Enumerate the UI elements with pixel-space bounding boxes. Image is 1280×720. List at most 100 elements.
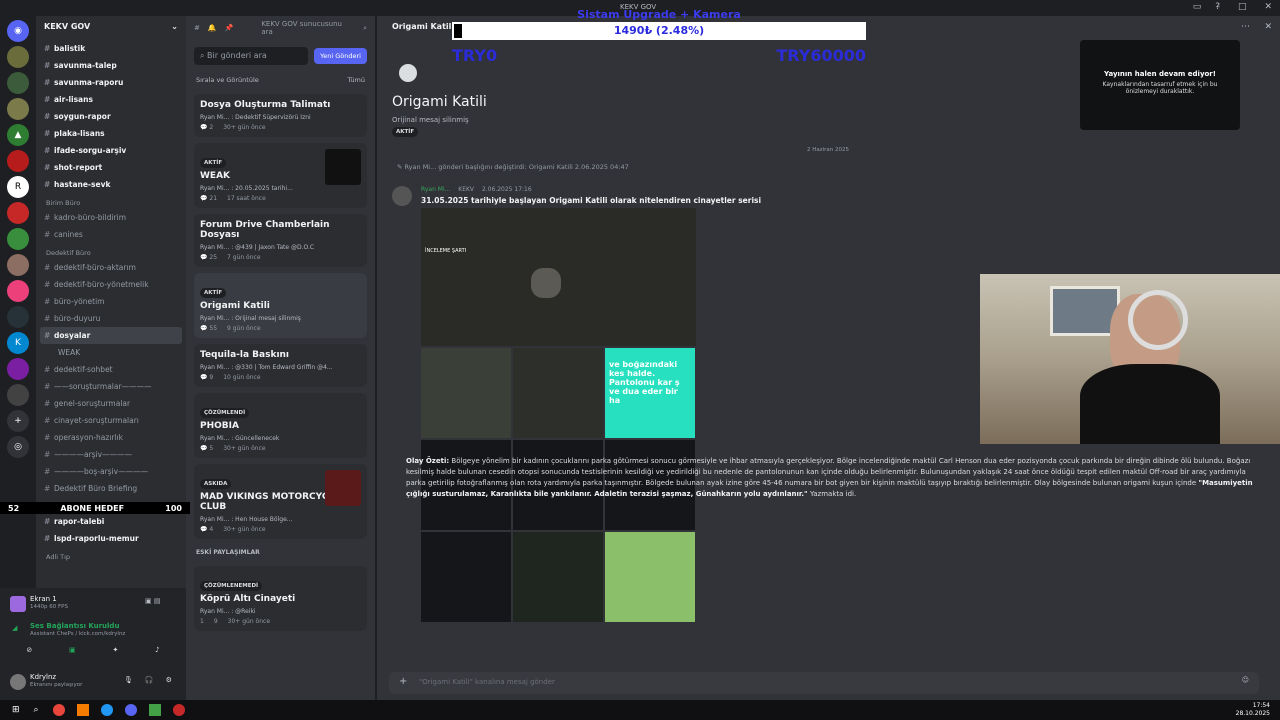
- channel-item[interactable]: # dedektif-büro-aktarım: [36, 259, 186, 276]
- message-composer[interactable]: + "Origami Katili" kanalına mesaj gönder…: [389, 672, 1259, 694]
- inbox-icon[interactable]: ▭: [1193, 2, 1202, 12]
- sort-button[interactable]: Sırala ve Görüntüle: [196, 76, 259, 84]
- close-thread-icon[interactable]: ✕: [1264, 22, 1272, 32]
- channel-item[interactable]: # büro-yönetim: [36, 293, 186, 310]
- server-icon[interactable]: [7, 228, 29, 250]
- channel-item[interactable]: # rapor-talebi: [36, 513, 186, 530]
- gear-icon[interactable]: ⚙: [166, 676, 172, 684]
- add-server-icon[interactable]: +: [7, 410, 29, 432]
- filter-all[interactable]: Tümü: [347, 76, 365, 84]
- app-icon[interactable]: [148, 704, 161, 716]
- camera-off-icon[interactable]: ⊘: [26, 646, 32, 662]
- start-icon[interactable]: ⊞: [12, 705, 20, 715]
- channel-item[interactable]: # ifade-sorgu-arşiv: [36, 142, 186, 159]
- gallery-image[interactable]: ve boğazındaki kes halde. Pantolonu kar …: [605, 348, 695, 438]
- server-icon[interactable]: [7, 306, 29, 328]
- pin-icon[interactable]: 📌: [225, 24, 234, 32]
- popout-icon[interactable]: ▣ ▤: [145, 597, 160, 605]
- gallery-image[interactable]: [421, 348, 511, 438]
- channel-item[interactable]: # hastane-sevk: [36, 176, 186, 193]
- category-header[interactable]: Birim Büro: [36, 193, 186, 209]
- chrome-icon[interactable]: [52, 704, 65, 716]
- category-header[interactable]: Dedektif Büro: [36, 243, 186, 259]
- channel-item[interactable]: # cinayet-soruşturmaları: [36, 412, 186, 429]
- thread-item-weak[interactable]: WEAK: [36, 344, 186, 361]
- server-header[interactable]: KEKV GOV ⌄: [36, 16, 186, 40]
- screen-share-button-icon[interactable]: ▣: [69, 646, 76, 662]
- more-icon[interactable]: ⋯: [1241, 22, 1250, 32]
- headphones-icon[interactable]: 🎧: [145, 676, 154, 684]
- channel-item[interactable]: # genel-soruşturmalar: [36, 395, 186, 412]
- server-icon[interactable]: [7, 358, 29, 380]
- server-search[interactable]: KEKV GOV sunucusunu ara: [261, 20, 355, 36]
- channel-item[interactable]: # shot-report: [36, 159, 186, 176]
- channel-item[interactable]: # ————arşiv————: [36, 446, 186, 463]
- obs-icon[interactable]: [172, 704, 185, 716]
- explore-icon[interactable]: ◎: [7, 436, 29, 458]
- channel-item[interactable]: # lspd-raporlu-memur: [36, 530, 186, 547]
- server-icon[interactable]: K: [7, 332, 29, 354]
- maximize-icon[interactable]: □: [1238, 2, 1247, 12]
- add-attachment-icon[interactable]: +: [399, 676, 407, 687]
- channel-item[interactable]: # balistik: [36, 40, 186, 57]
- channel-item[interactable]: # plaka-lisans: [36, 125, 186, 142]
- channel-item[interactable]: # büro-duyuru: [36, 310, 186, 327]
- author-name[interactable]: Ryan Mi...: [421, 186, 450, 193]
- channel-item[interactable]: # ————boş-arşiv————: [36, 463, 186, 480]
- microphone-icon[interactable]: 🎙: [124, 676, 133, 684]
- gallery-image[interactable]: [421, 532, 511, 622]
- map-image[interactable]: [605, 532, 695, 622]
- forum-post-card[interactable]: ÇÖZÜMLENDİ PHOBIA Ryan Mi... : Güncellenec…: [194, 393, 367, 458]
- forum-post-card[interactable]: ASKIDA MAD VIKINGS MOTORCYCLE CLUB Ryan Mi…: [194, 464, 367, 539]
- server-icon[interactable]: [7, 150, 29, 172]
- soundboard-icon[interactable]: ♪: [155, 646, 159, 662]
- server-icon[interactable]: [7, 254, 29, 276]
- app-icon[interactable]: [100, 704, 113, 716]
- search-input[interactable]: ⌕ Bir gönderi ara: [194, 47, 309, 65]
- server-icon[interactable]: [7, 280, 29, 302]
- server-icon[interactable]: R: [7, 176, 29, 198]
- gallery-image[interactable]: [513, 348, 603, 438]
- app-icon[interactable]: [76, 704, 89, 716]
- activity-icon[interactable]: ✦: [112, 646, 118, 662]
- channel-item[interactable]: # savunma-raporu: [36, 74, 186, 91]
- voice-channel[interactable]: Assistant ChePs / kick.com/kdrylnz: [30, 631, 125, 637]
- gallery-image[interactable]: [513, 532, 603, 622]
- emoji-icon[interactable]: ☺: [1242, 676, 1249, 684]
- new-post-button[interactable]: Yeni Gönderi: [314, 48, 367, 64]
- channel-item[interactable]: # soygun-rapor: [36, 108, 186, 125]
- channel-item[interactable]: # operasyon-hazırlık: [36, 429, 186, 446]
- avatar[interactable]: [10, 674, 26, 690]
- close-icon[interactable]: ✕: [1264, 2, 1272, 12]
- channel-item[interactable]: # Dedektif Büro Briefing: [36, 480, 186, 497]
- server-icon[interactable]: [7, 46, 29, 68]
- threads-icon[interactable]: #: [194, 24, 200, 32]
- forum-post-card[interactable]: Dosya Oluşturma Talimatı Ryan Mi... : Ded…: [194, 94, 367, 137]
- forum-post-card[interactable]: ÇÖZÜMLENEMEDİ Köprü Altı Cinayeti Ryan M…: [194, 566, 367, 631]
- forum-post-card[interactable]: Tequila-la Baskını Ryan Mi... : @330 | To…: [194, 344, 367, 387]
- search-icon[interactable]: ⌕: [34, 705, 39, 715]
- avatar[interactable]: [392, 186, 412, 206]
- gallery-image[interactable]: İNCELEME ŞARTI: [421, 208, 696, 346]
- server-icon[interactable]: [7, 98, 29, 120]
- discord-icon[interactable]: [124, 704, 137, 716]
- channel-item[interactable]: # ——soruşturmalar————: [36, 378, 186, 395]
- server-icon[interactable]: ▲: [7, 124, 29, 146]
- channel-item[interactable]: # dedektif-büro-yönetmelik: [36, 276, 186, 293]
- channel-item[interactable]: # savunma-talep: [36, 57, 186, 74]
- channel-item[interactable]: # dosyalar: [40, 327, 182, 344]
- server-icon[interactable]: [7, 202, 29, 224]
- clock[interactable]: 17:54 28.10.2025: [1236, 702, 1270, 718]
- channel-item[interactable]: # canines: [36, 226, 186, 243]
- forum-post-card[interactable]: AKTİF WEAK Ryan Mi... : 20.05.2025 tarihi.…: [194, 143, 367, 208]
- discord-home-icon[interactable]: ◉: [7, 20, 29, 42]
- forum-post-card[interactable]: AKTİF Origami Katili Ryan Mi... : Orijinal…: [194, 273, 367, 338]
- server-icon[interactable]: [7, 384, 29, 406]
- forum-post-card[interactable]: Forum Drive Chamberlain Dosyası Ryan Mi..…: [194, 214, 367, 267]
- channel-item[interactable]: # air-lisans: [36, 91, 186, 108]
- category-header[interactable]: Adli Tıp: [36, 547, 186, 563]
- search-icon[interactable]: ⌕: [363, 24, 367, 33]
- minimize-icon[interactable]: –: [1215, 2, 1220, 12]
- server-icon[interactable]: [7, 72, 29, 94]
- channel-item[interactable]: # dedektif-sohbet: [36, 361, 186, 378]
